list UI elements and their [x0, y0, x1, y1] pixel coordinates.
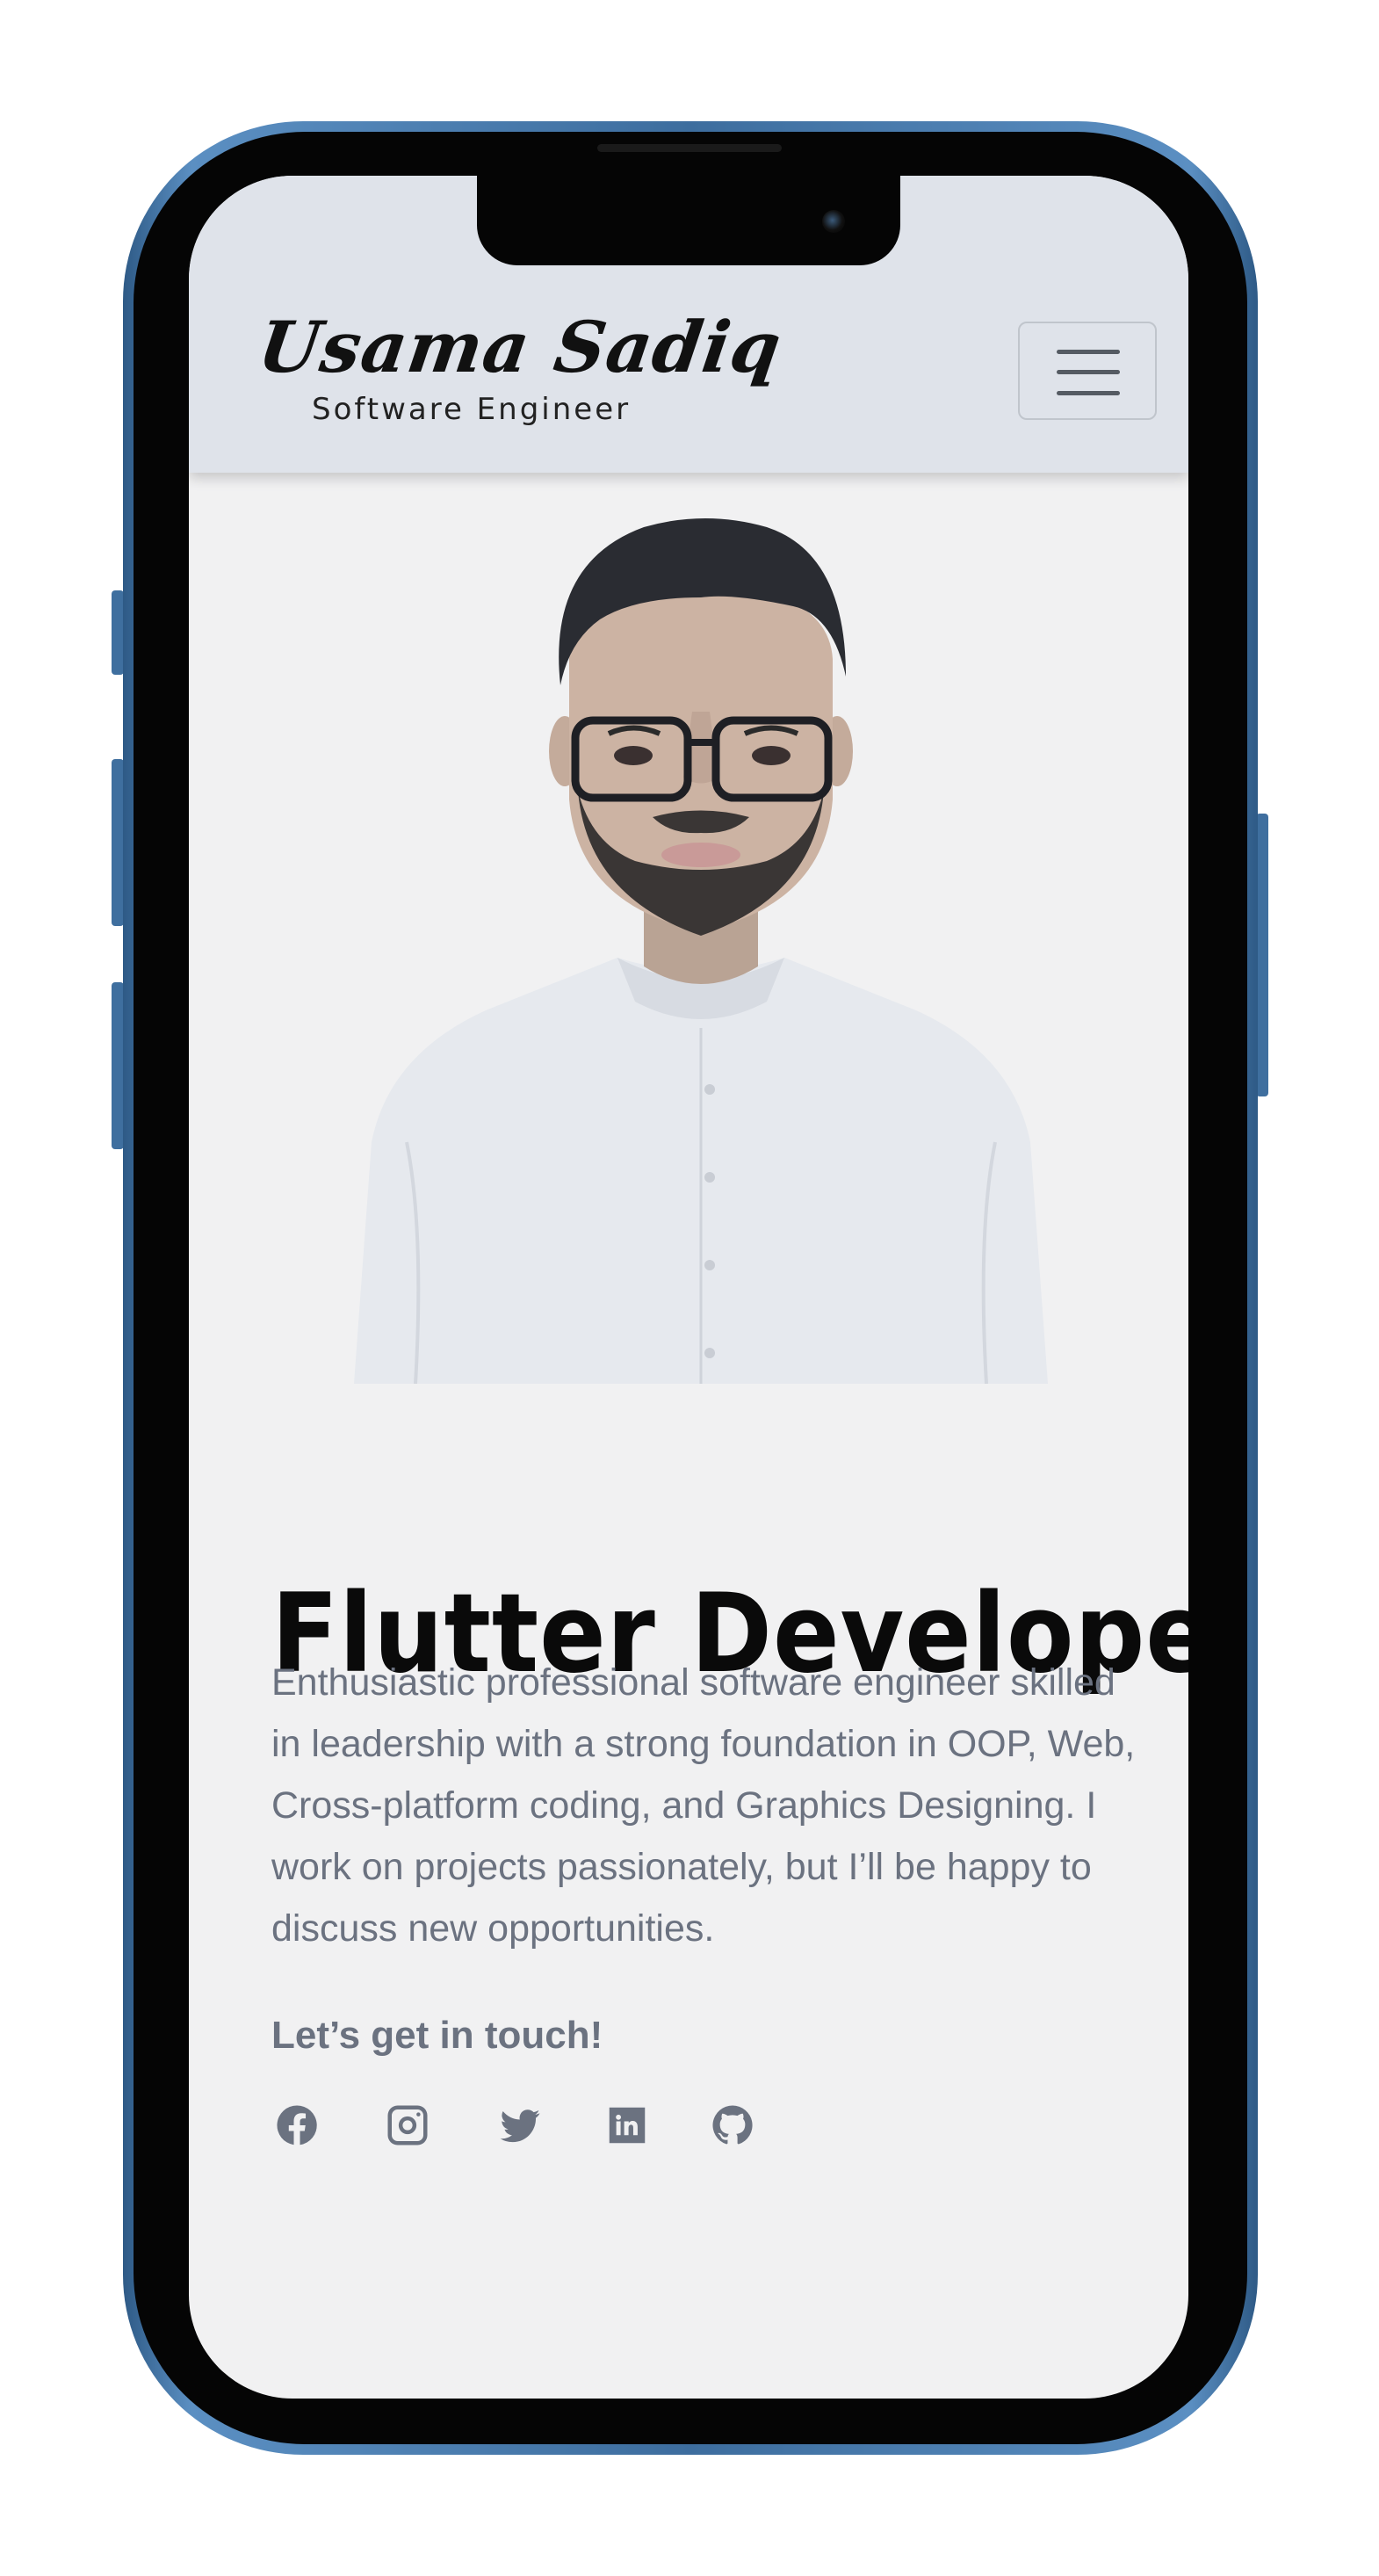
instagram-link[interactable]	[382, 2100, 433, 2151]
hero-description: Enthusiastic professional software engin…	[271, 1661, 1136, 1950]
twitter-link[interactable]	[495, 2100, 545, 2151]
mute-switch	[112, 590, 124, 675]
instagram-icon	[387, 2105, 428, 2145]
twitter-icon	[500, 2109, 540, 2143]
phone-screen: Usama Sadiq Software Engineer Flutter De…	[189, 176, 1188, 2399]
speaker-grille	[597, 144, 782, 152]
github-icon	[712, 2105, 753, 2145]
volume-down-button	[112, 982, 124, 1149]
github-link[interactable]	[707, 2100, 758, 2151]
linkedin-link[interactable]	[602, 2100, 653, 2151]
notch	[477, 176, 900, 265]
facebook-icon	[277, 2105, 317, 2145]
device-mockup: Usama Sadiq Software Engineer Flutter De…	[0, 0, 1379, 2576]
power-button	[1256, 814, 1268, 1096]
hamburger-menu-icon	[1057, 350, 1120, 395]
get-in-touch-text: Let’s get in touch!	[271, 2014, 603, 2057]
linkedin-icon	[609, 2107, 646, 2144]
facebook-link[interactable]	[271, 2100, 322, 2151]
front-camera	[822, 210, 845, 233]
brand-subtitle: Software Engineer	[312, 392, 632, 427]
profile-portrait	[354, 518, 1048, 1384]
menu-toggle-button[interactable]	[1018, 322, 1157, 420]
brand-name[interactable]: Usama Sadiq	[253, 306, 786, 388]
volume-up-button	[112, 759, 124, 926]
